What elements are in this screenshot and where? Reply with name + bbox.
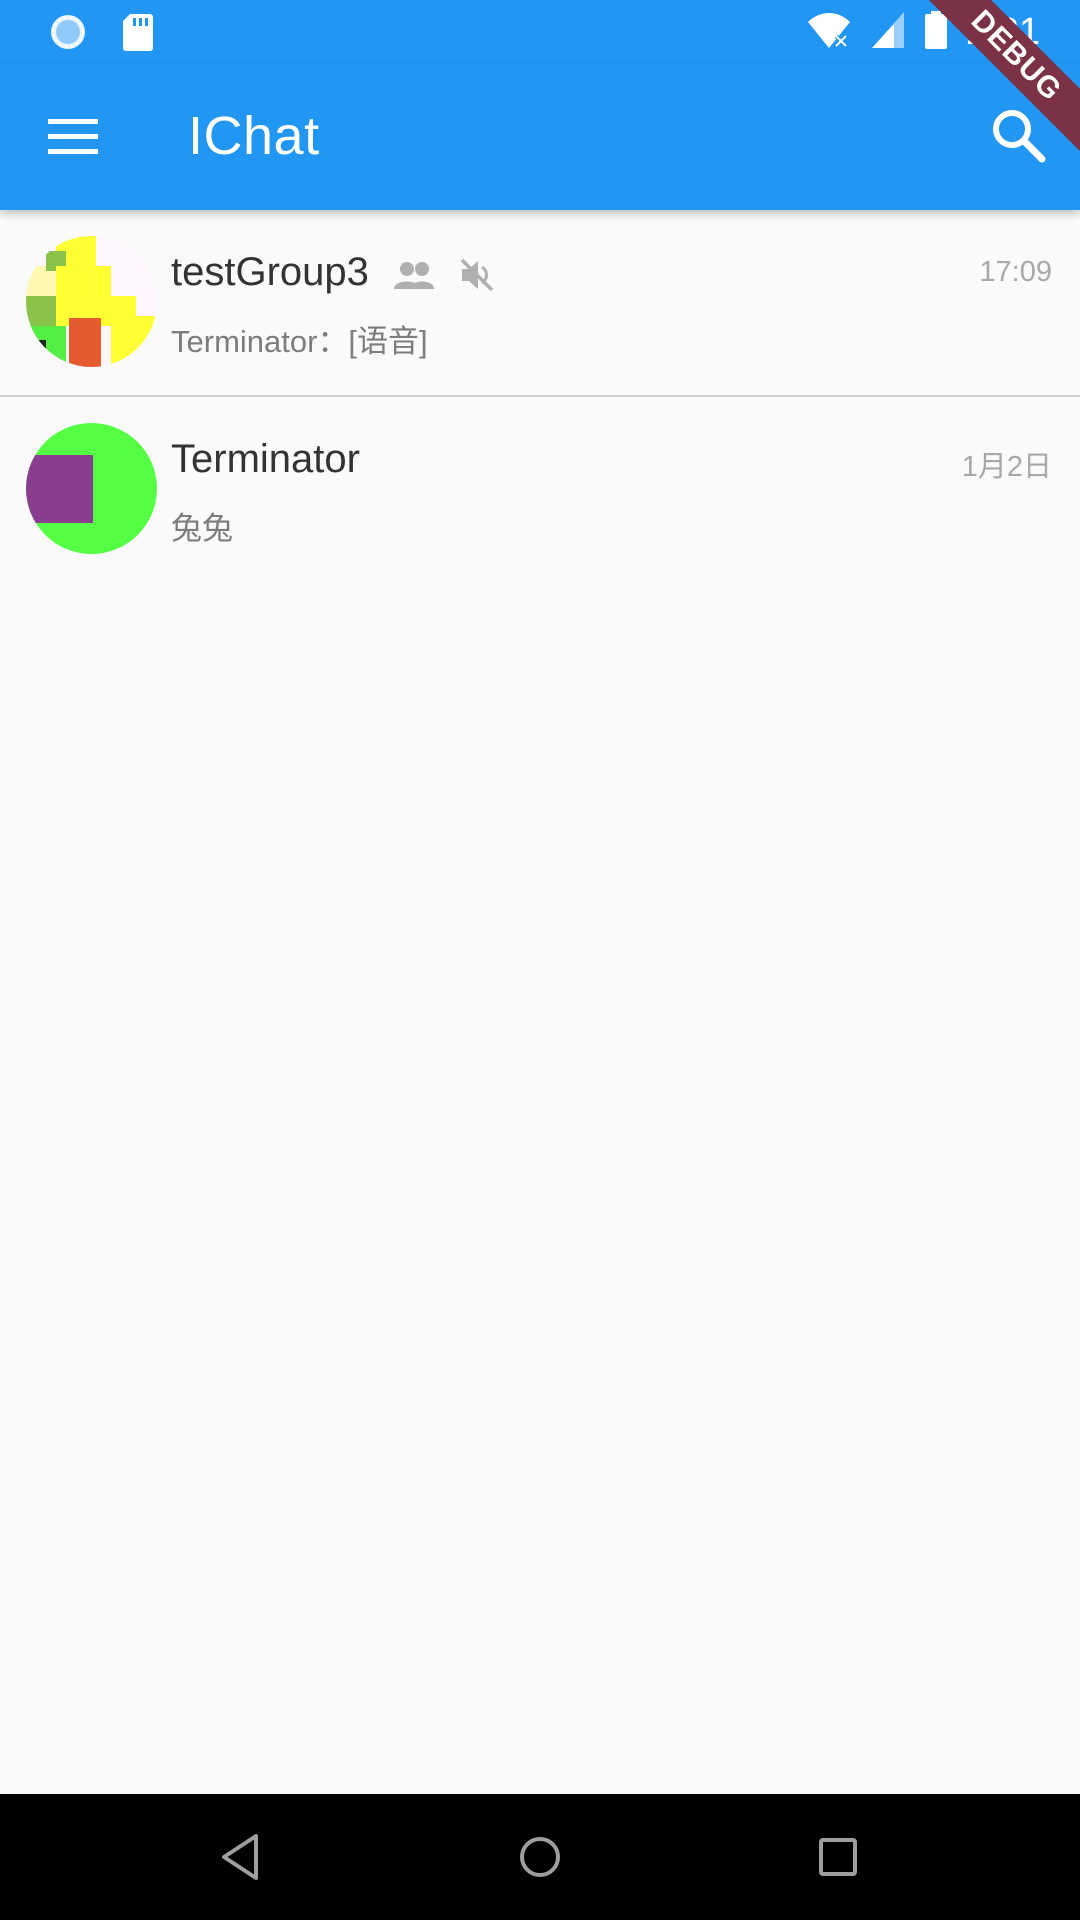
conversation-preview: Terminator：[语音] <box>171 324 428 359</box>
wifi-off-icon <box>806 10 852 55</box>
conversation-name: Terminator <box>171 437 360 481</box>
group-avatar <box>26 236 157 367</box>
home-button[interactable] <box>507 1824 573 1890</box>
home-icon <box>520 1837 560 1877</box>
sd-card-icon <box>122 12 154 57</box>
recents-button[interactable] <box>805 1824 871 1890</box>
menu-icon <box>48 119 98 154</box>
app-bar: IChat <box>0 63 1080 210</box>
contact-avatar <box>26 423 157 554</box>
conversation-time: 1月2日 <box>961 451 1052 483</box>
conversation-time: 17:09 <box>979 256 1052 288</box>
app-title: IChat <box>188 106 320 166</box>
cell-signal-icon <box>870 10 906 55</box>
menu-button[interactable] <box>40 109 106 165</box>
back-button[interactable] <box>208 1824 274 1890</box>
conversation-icons <box>394 256 496 299</box>
status-bar: 2:21 <box>0 0 1080 63</box>
screen: 2:21 DEBUG IChat <box>0 0 1080 1920</box>
conversation-preview: 兔兔 <box>171 511 233 546</box>
battery-icon <box>924 10 948 55</box>
recents-icon <box>819 1838 857 1876</box>
conversation-row[interactable]: Terminator 兔兔 1月2日 <box>0 397 1080 582</box>
conversation-list: testGroup3 Terminator：[语音] 17:09 Termina… <box>0 210 1080 582</box>
conversation-name: testGroup3 <box>171 250 369 294</box>
muted-icon <box>458 256 496 299</box>
back-icon <box>222 1834 258 1880</box>
group-icon <box>394 260 434 295</box>
conversation-row[interactable]: testGroup3 Terminator：[语音] 17:09 <box>0 210 1080 395</box>
navigation-bar <box>0 1794 1080 1920</box>
sync-icon <box>48 12 88 57</box>
